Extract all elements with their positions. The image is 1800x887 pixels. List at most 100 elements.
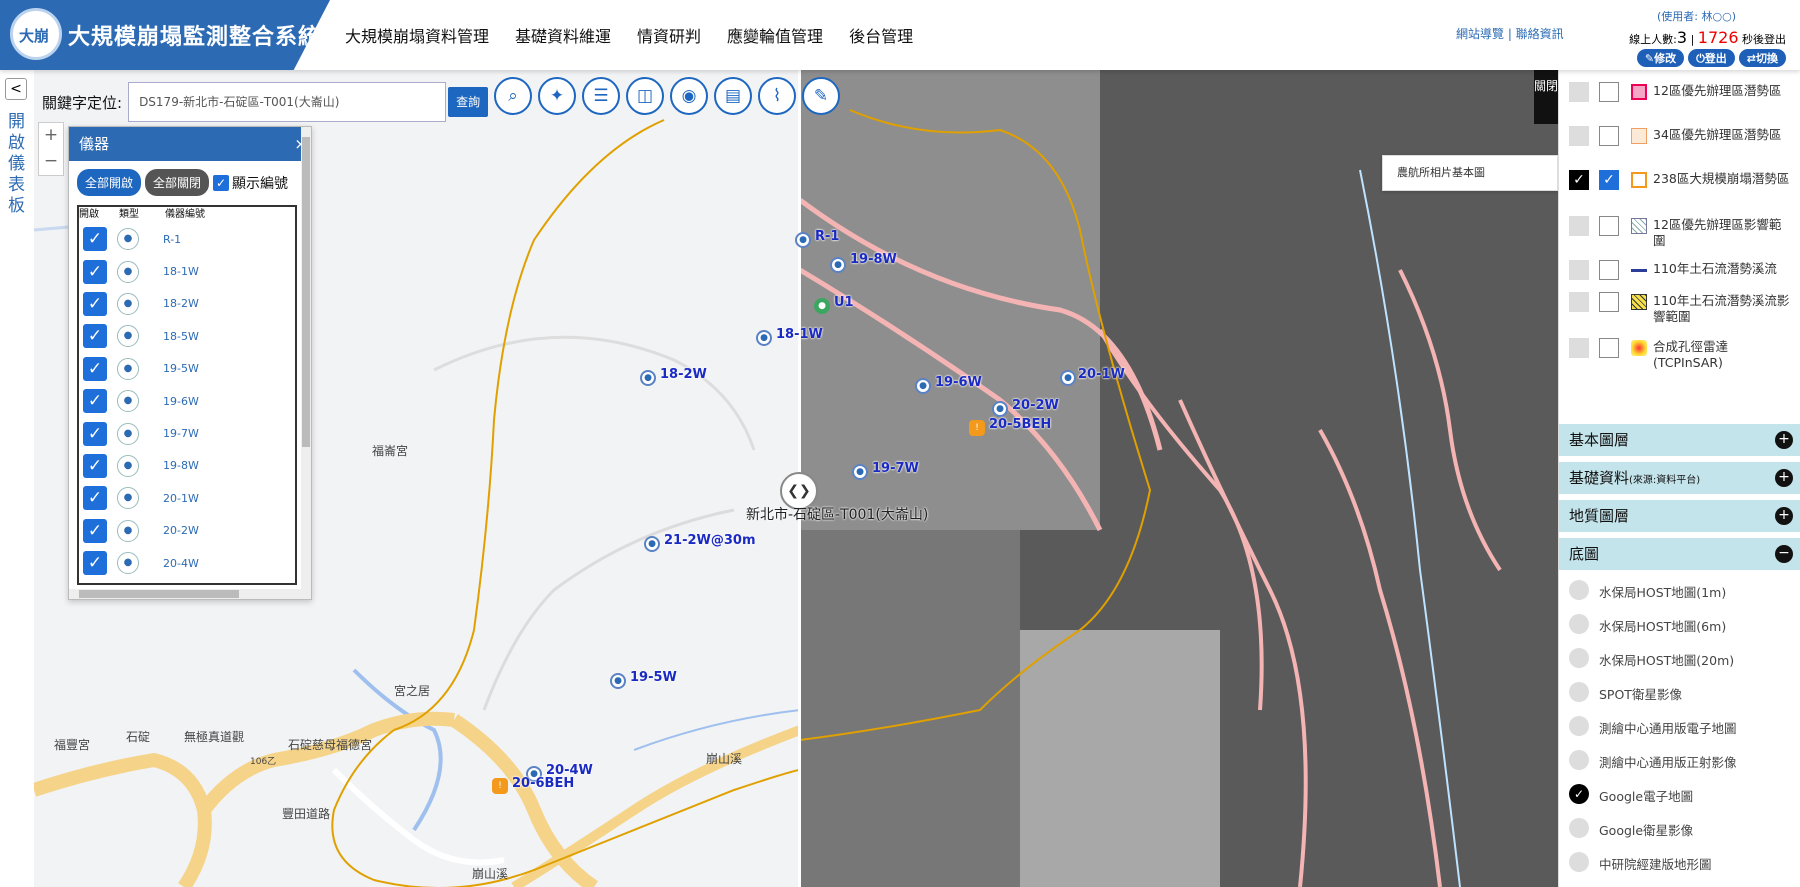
layer-visible-checkbox[interactable]: [1569, 260, 1589, 280]
search-button[interactable]: 查詢: [448, 87, 489, 117]
layer-visible-checkbox[interactable]: [1569, 338, 1589, 358]
instrument-marker[interactable]: ●: [644, 536, 660, 552]
logout-button[interactable]: ⏻登出: [1688, 49, 1735, 67]
camera-icon[interactable]: ◉: [670, 77, 708, 115]
instrument-row[interactable]: ✓ ● 18-1W: [79, 255, 295, 287]
collapse-button[interactable]: <: [5, 78, 27, 100]
instrument-label[interactable]: 19-8W: [850, 252, 897, 267]
instrument-marker[interactable]: ●: [756, 330, 772, 346]
collapse-icon[interactable]: −: [1775, 545, 1793, 563]
instrument-marker[interactable]: ●: [992, 401, 1008, 417]
basemap-option[interactable]: 測繪中心通用版正射影像: [1559, 746, 1800, 774]
instrument-row[interactable]: ✓ ● 20-2W: [79, 515, 295, 547]
radio-icon[interactable]: [1569, 818, 1589, 838]
radio-icon[interactable]: ✓: [1569, 784, 1589, 804]
switch-button[interactable]: ⇄切換: [1738, 49, 1786, 67]
instrument-row[interactable]: ✓ ● R-1: [79, 223, 295, 255]
radio-icon[interactable]: [1569, 682, 1589, 702]
section-geology[interactable]: 地質圖層 +: [1559, 500, 1800, 532]
section-basic-layers[interactable]: 基本圖層 +: [1559, 424, 1800, 456]
site-label[interactable]: 新北市-石碇區-T001(大崙山): [746, 504, 928, 524]
layer-checkbox[interactable]: [1599, 216, 1619, 236]
instrument-label[interactable]: 19-5W: [630, 670, 677, 685]
section-basemap[interactable]: 底圖 −: [1559, 538, 1800, 570]
instrument-marker[interactable]: !: [492, 778, 508, 794]
layer-checkbox[interactable]: [1599, 82, 1619, 102]
instrument-row[interactable]: ✓ ● 20-4W: [79, 547, 295, 579]
instrument-row[interactable]: ✓ ● 19-5W: [79, 353, 295, 385]
instrument-marker[interactable]: ●: [1060, 370, 1076, 386]
basemap-option[interactable]: 水保局HOST地圖(20m): [1559, 644, 1800, 672]
open-all-button[interactable]: 全部開啟: [77, 169, 142, 196]
instrument-label[interactable]: U1: [834, 295, 854, 310]
nav-admin[interactable]: 後台管理: [849, 23, 913, 47]
instrument-label[interactable]: 18-1W: [776, 327, 823, 342]
basemap-option[interactable]: ✓ Google電子地圖: [1559, 780, 1800, 808]
ruler-icon[interactable]: ⌇: [758, 77, 796, 115]
nav-base-data[interactable]: 基礎資料維運: [515, 23, 611, 47]
instrument-marker[interactable]: ●: [640, 370, 656, 386]
instrument-row[interactable]: ✓ ● 19-8W: [79, 450, 295, 482]
instrument-label[interactable]: 20-5BEH: [989, 417, 1051, 432]
layer-visible-checkbox[interactable]: [1569, 126, 1589, 146]
site-links[interactable]: 網站導覽 | 聯絡資訊: [1456, 25, 1564, 42]
radio-icon[interactable]: [1569, 716, 1589, 736]
layer-checkbox[interactable]: [1599, 292, 1619, 312]
scroll-thumb[interactable]: [302, 137, 310, 447]
expand-icon[interactable]: +: [1775, 469, 1793, 487]
expand-icon[interactable]: +: [1775, 431, 1793, 449]
list-icon[interactable]: ☰: [582, 77, 620, 115]
layer-visible-checkbox[interactable]: [1569, 292, 1589, 312]
instrument-label[interactable]: 20-6BEH: [512, 776, 574, 791]
keyword-input[interactable]: DS179-新北市-石碇區-T001(大崙山): [128, 82, 447, 122]
instrument-label[interactable]: 20-2W: [1012, 398, 1059, 413]
instrument-row[interactable]: ✓ ● 19-7W: [79, 417, 295, 449]
instrument-row[interactable]: ✓ ● 19-6W: [79, 385, 295, 417]
instrument-row[interactable]: ✓ ● 18-5W: [79, 320, 295, 352]
zoom-out-button[interactable]: −: [39, 149, 63, 175]
instrument-label[interactable]: 20-1W: [1078, 367, 1125, 382]
instrument-label[interactable]: 18-2W: [660, 367, 707, 382]
layer-visible-checkbox[interactable]: ✓: [1569, 170, 1589, 190]
basemap-option[interactable]: 中研院經建版地形圖: [1559, 848, 1800, 876]
checkbox-icon[interactable]: ✓: [83, 421, 107, 446]
checkbox-icon[interactable]: ✓: [83, 486, 107, 511]
checkbox-icon[interactable]: ✓: [83, 453, 107, 478]
radio-icon[interactable]: [1569, 750, 1589, 770]
checkbox-icon[interactable]: ✓: [213, 174, 230, 191]
edit-profile-button[interactable]: ✎修改: [1636, 49, 1685, 67]
instrument-row[interactable]: ✓ ● 20-1W: [79, 482, 295, 514]
layout-icon[interactable]: ◫: [626, 77, 664, 115]
instrument-marker[interactable]: ●: [915, 378, 931, 394]
zoom-in-button[interactable]: +: [39, 123, 63, 149]
instrument-marker[interactable]: ●: [814, 298, 830, 314]
map-print-icon[interactable]: ▤: [714, 77, 752, 115]
instrument-marker[interactable]: !: [969, 420, 985, 436]
open-dashboard-button[interactable]: 開啟儀表板: [8, 112, 26, 217]
instrument-marker[interactable]: ●: [610, 673, 626, 689]
radio-icon[interactable]: [1569, 852, 1589, 872]
brand-banner[interactable]: 大崩 大規模崩塌監測整合系統: [0, 0, 330, 70]
nav-landslide-data[interactable]: 大規模崩塌資料管理: [345, 23, 489, 47]
basemap-option[interactable]: 水保局HOST地圖(6m): [1559, 610, 1800, 638]
checkbox-icon[interactable]: ✓: [83, 551, 107, 576]
instrument-label[interactable]: 21-2W@30m: [664, 533, 756, 548]
instrument-marker[interactable]: ●: [830, 257, 846, 273]
instrument-marker[interactable]: ●: [795, 232, 811, 248]
checkbox-icon[interactable]: ✓: [83, 259, 107, 284]
scroll-thumb[interactable]: [79, 590, 239, 598]
zoom-search-icon[interactable]: ⌕: [494, 77, 532, 115]
section-base-data[interactable]: 基礎資料(來源:資料平台) +: [1559, 462, 1800, 494]
radio-icon[interactable]: [1569, 648, 1589, 668]
checkbox-icon[interactable]: ✓: [83, 227, 107, 252]
instrument-label[interactable]: 19-6W: [935, 375, 982, 390]
checkbox-icon[interactable]: ✓: [83, 291, 107, 316]
instrument-marker[interactable]: ●: [852, 464, 868, 480]
basemap-option[interactable]: SPOT衛星影像: [1559, 678, 1800, 706]
layer-visible-checkbox[interactable]: [1569, 216, 1589, 236]
nav-intel[interactable]: 情資研判: [637, 23, 701, 47]
checkbox-icon[interactable]: ✓: [83, 324, 107, 349]
instrument-label[interactable]: 19-7W: [872, 461, 919, 476]
basemap-option[interactable]: Google衛星影像: [1559, 814, 1800, 842]
show-id-toggle[interactable]: ✓ 顯示編號: [213, 173, 288, 193]
